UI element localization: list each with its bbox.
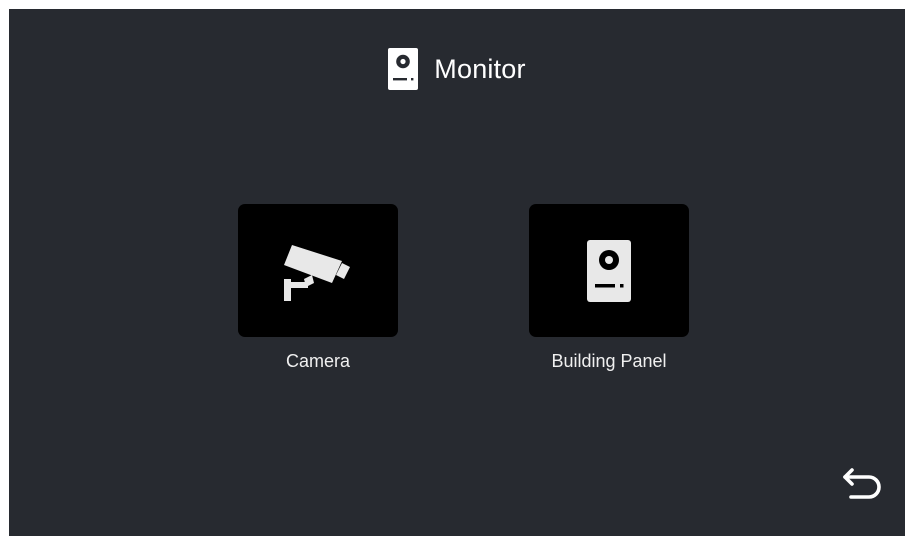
back-button[interactable] <box>837 464 889 508</box>
page-title: Monitor <box>434 53 526 84</box>
building-panel-tile-label: Building Panel <box>551 351 667 371</box>
camera-tile-label: Camera <box>285 351 351 371</box>
back-arrow-icon <box>843 468 881 499</box>
building-panel-icon <box>388 48 419 90</box>
monitor-screen: Monitor Camera Building Panel <box>9 9 905 536</box>
building-panel-icon <box>587 239 631 302</box>
page-header: Monitor <box>9 47 905 91</box>
camera-tile[interactable] <box>238 204 398 337</box>
building-panel-tile[interactable] <box>529 204 689 337</box>
cctv-camera-icon <box>284 244 350 301</box>
